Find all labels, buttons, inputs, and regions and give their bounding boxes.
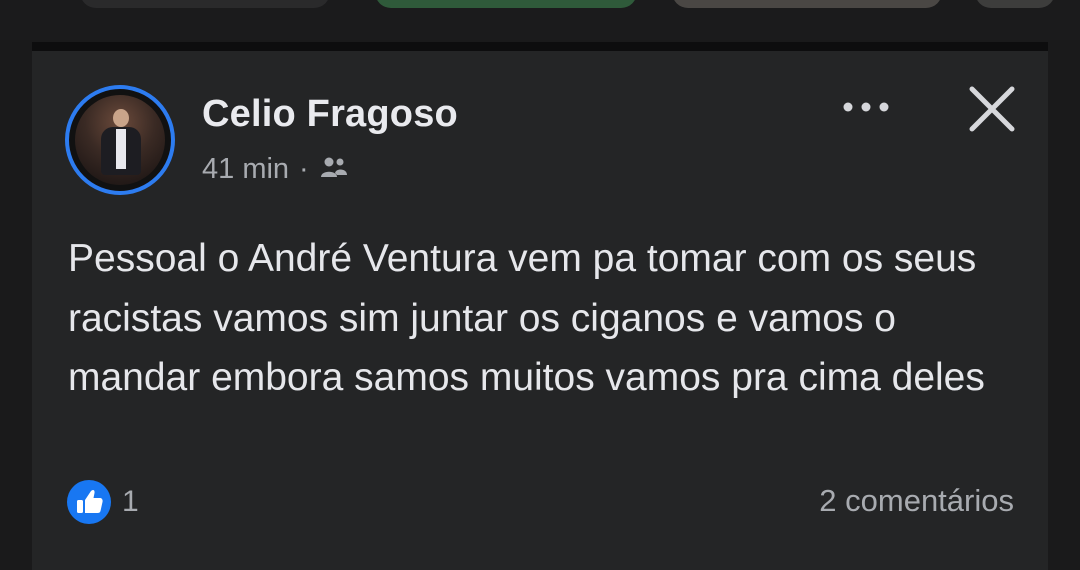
story-thumbnail[interactable] — [975, 0, 1055, 8]
reactions-summary[interactable]: 1 — [66, 479, 139, 525]
post-text: Pessoal o André Ventura vem pa tomar com… — [68, 237, 985, 399]
story-thumbnail[interactable] — [80, 0, 330, 8]
reaction-count: 1 — [122, 485, 139, 518]
meta-separator: · — [299, 152, 309, 185]
post-card: Celio Fragoso 41 min · Pessoal o André V… — [32, 51, 1048, 570]
comments-count[interactable]: 2 comentários — [819, 483, 1014, 519]
avatar[interactable] — [65, 85, 175, 195]
group-icon — [320, 157, 347, 177]
stories-strip — [0, 0, 1080, 40]
avatar-photo — [75, 95, 165, 185]
story-thumbnail[interactable] — [672, 0, 942, 8]
author-name[interactable]: Celio Fragoso — [202, 93, 458, 136]
page: Celio Fragoso 41 min · Pessoal o André V… — [0, 0, 1080, 570]
more-options-icon[interactable] — [836, 95, 896, 119]
close-icon[interactable] — [964, 81, 1020, 137]
feed-divider — [32, 42, 1048, 51]
post-meta: 41 min · — [202, 152, 351, 186]
story-thumbnail[interactable] — [375, 0, 637, 8]
post-time[interactable]: 41 min — [202, 153, 289, 186]
like-icon — [67, 480, 111, 524]
